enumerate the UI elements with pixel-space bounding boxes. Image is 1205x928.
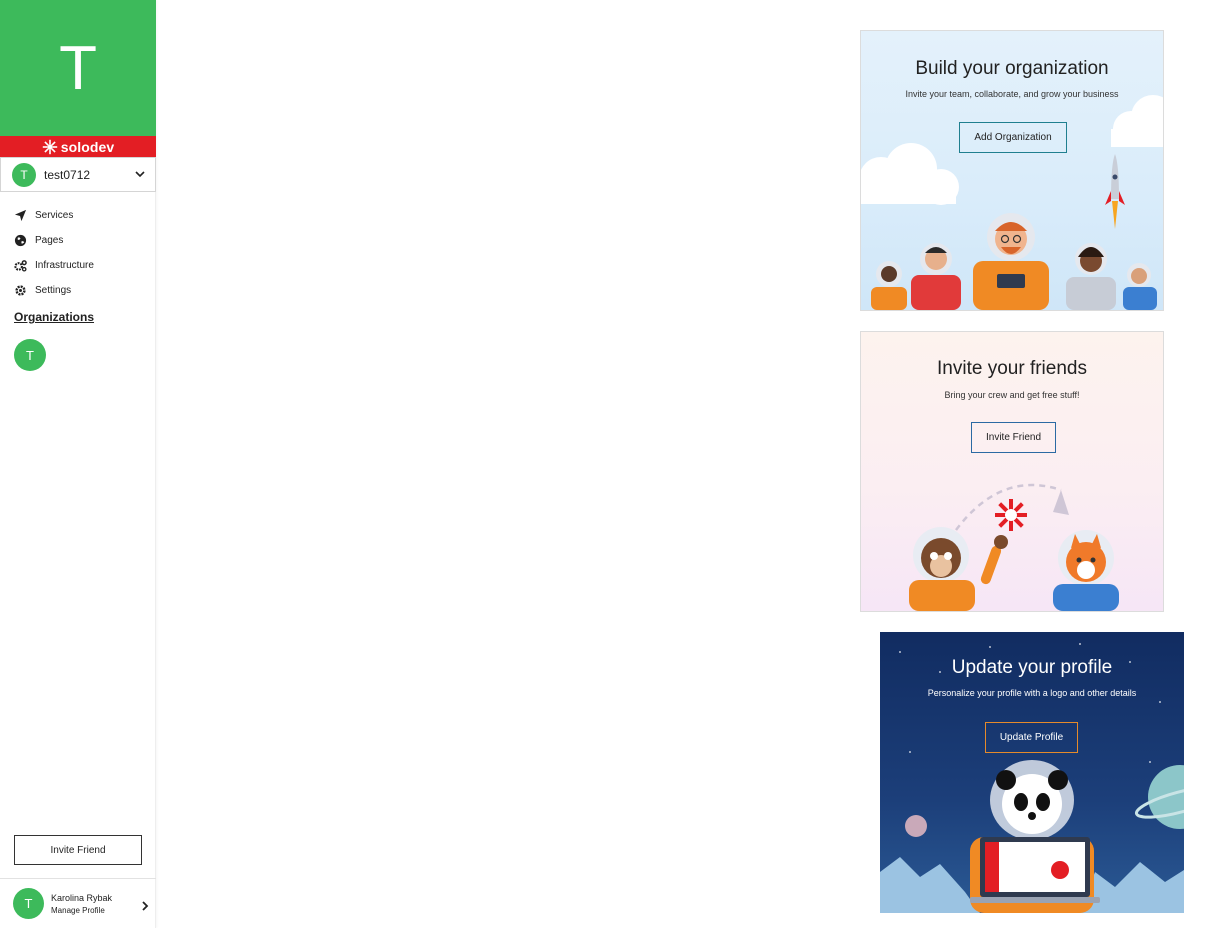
brand-logo: solodev (0, 136, 156, 157)
brand-name: solodev (60, 138, 115, 155)
sidebar-item-settings[interactable]: Settings (14, 278, 94, 303)
org-tile[interactable]: T (0, 0, 156, 136)
sidebar-item-pages[interactable]: Pages (14, 228, 94, 253)
card-title: Build your organization (915, 58, 1109, 79)
org-switcher[interactable]: T test0712 (0, 157, 156, 192)
org-tile-letter: T (59, 33, 97, 103)
card-subtitle: Bring your crew and get free stuff! (944, 390, 1080, 400)
update-profile-button[interactable]: Update Profile (985, 722, 1078, 753)
sidebar-invite-friend-button[interactable]: Invite Friend (14, 835, 142, 865)
chevron-down-icon (135, 171, 145, 178)
location-arrow-icon (14, 209, 27, 222)
sidebar-nav: Services Pages Infrastructure Settings (14, 203, 94, 303)
sidebar-item-services[interactable]: Services (14, 203, 94, 228)
org-switcher-avatar: T (12, 162, 36, 187)
invite-friends-card: Invite your friends Bring your crew and … (860, 331, 1164, 612)
profile-text: Karolina Rybak Manage Profile (51, 893, 112, 915)
add-organization-button[interactable]: Add Organization (959, 122, 1067, 153)
manage-profile-bar[interactable]: T Karolina Rybak Manage Profile (0, 878, 156, 928)
card-subtitle: Personalize your profile with a logo and… (927, 688, 1137, 698)
manage-profile-label: Manage Profile (51, 905, 105, 915)
organization-avatar[interactable]: T (14, 339, 46, 371)
org-switcher-name: test0712 (44, 167, 91, 182)
profile-name: Karolina Rybak (51, 892, 113, 903)
organizations-link[interactable]: Organizations (14, 310, 94, 324)
cogs-icon (14, 260, 27, 272)
chevron-right-icon (142, 901, 149, 911)
solodev-star-icon (42, 139, 57, 154)
avatar: T (13, 888, 44, 919)
sidebar-item-label: Infrastructure (35, 260, 94, 271)
card-title: Update your profile (951, 657, 1113, 678)
sidebar-item-label: Services (35, 210, 74, 221)
build-organization-card: Build your organization Invite your team… (860, 30, 1164, 311)
sidebar-item-label: Pages (35, 235, 64, 246)
gear-icon (15, 285, 26, 296)
sidebar-item-label: Settings (35, 285, 72, 296)
card-subtitle: Invite your team, collaborate, and grow … (905, 89, 1119, 99)
update-profile-card: Update your profile Personalize your pro… (880, 632, 1184, 913)
invite-friend-button[interactable]: Invite Friend (971, 422, 1056, 453)
globe-icon (14, 234, 27, 247)
sidebar-item-infrastructure[interactable]: Infrastructure (14, 253, 94, 278)
card-title: Invite your friends (937, 358, 1087, 379)
sidebar: T solodev T test0712 Services Pages Infr… (0, 0, 156, 928)
